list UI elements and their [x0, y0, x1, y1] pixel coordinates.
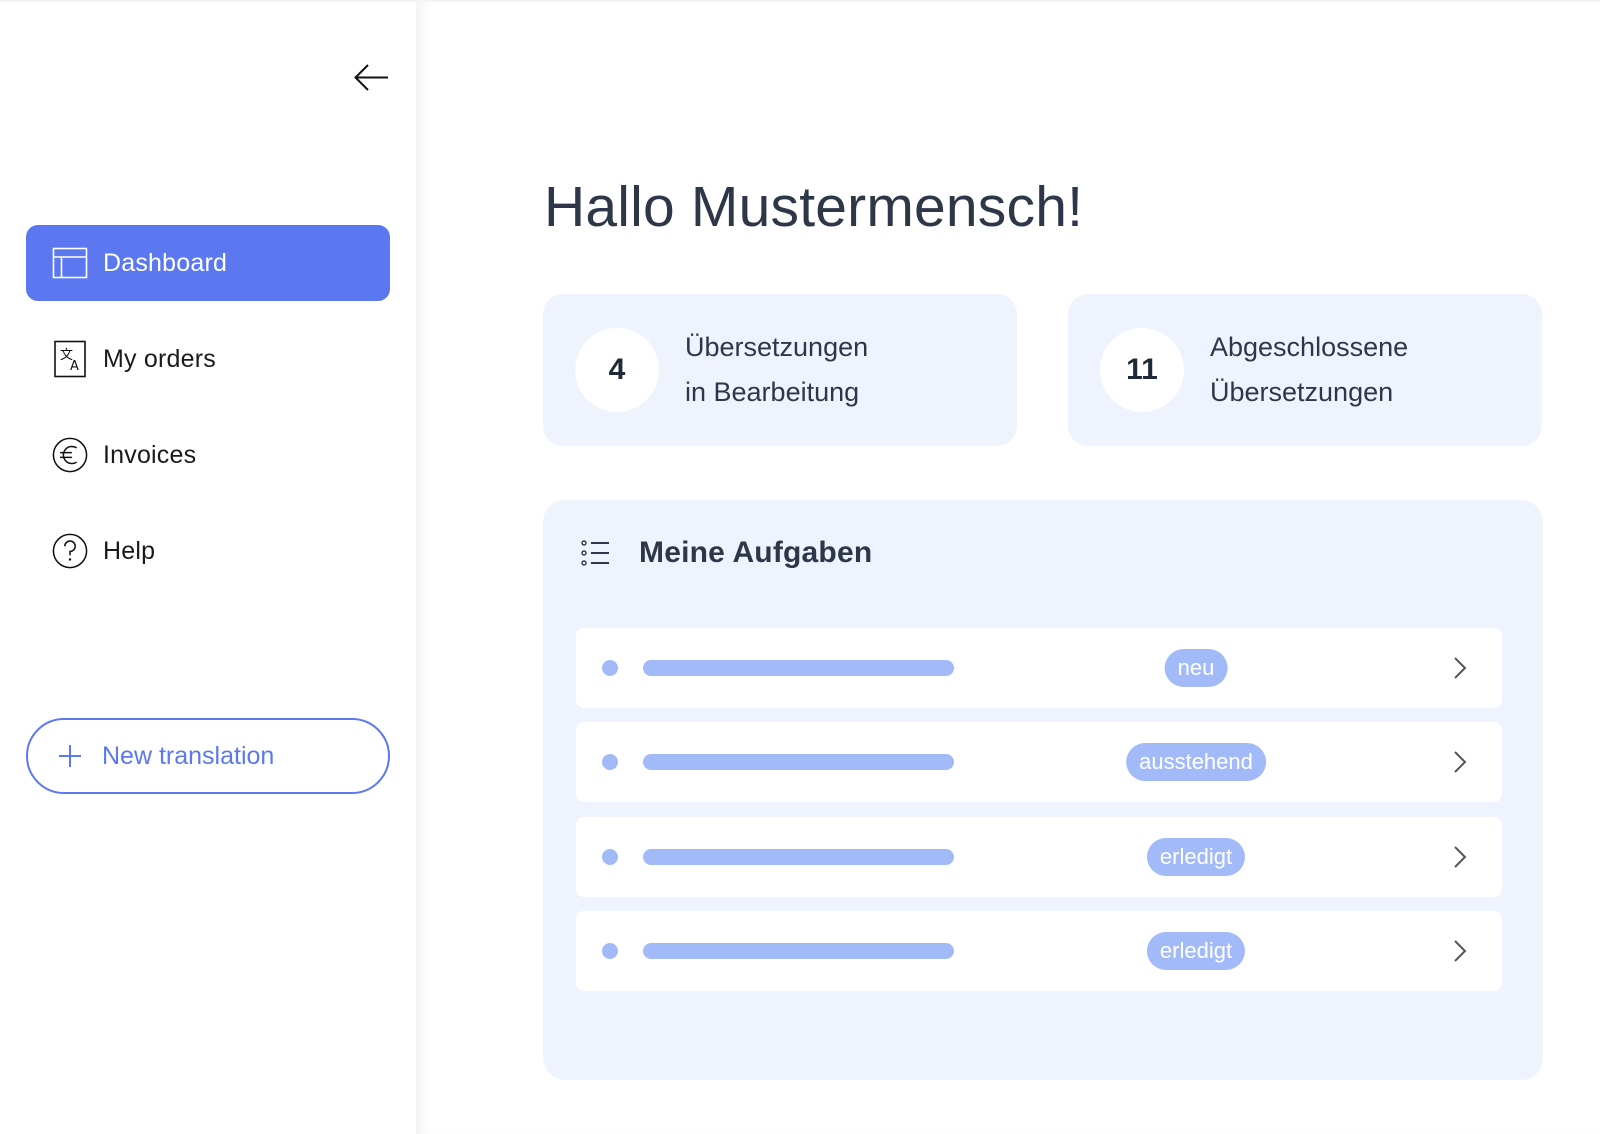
task-row[interactable]: ausstehend [576, 722, 1502, 802]
stat-value: 4 [575, 328, 659, 412]
sidebar-item-label: My orders [103, 344, 216, 373]
chevron-right-icon [1454, 751, 1467, 773]
tasks-header: Meine Aufgaben [581, 536, 872, 570]
tasks-title: Meine Aufgaben [639, 536, 873, 569]
stat-label: Übersetzungen in Bearbeitung [685, 325, 868, 415]
status-badge: erledigt [1146, 838, 1246, 876]
page-title: Hallo Mustermensch! [544, 175, 1084, 239]
sidebar-item-label: Dashboard [103, 248, 228, 277]
stat-label-line2: in Bearbeitung [685, 377, 860, 407]
task-row[interactable]: erledigt [576, 911, 1502, 991]
status-badge: ausstehend [1126, 743, 1266, 781]
stat-value: 11 [1100, 328, 1184, 412]
plus-icon [59, 745, 81, 767]
chevron-right-icon [1454, 940, 1467, 962]
status-badge: erledigt [1146, 932, 1246, 970]
sidebar-item-invoices[interactable]: Invoices [26, 417, 390, 493]
stat-label: Abgeschlossene Übersetzungen [1210, 325, 1408, 415]
task-placeholder-bar [643, 660, 954, 676]
task-placeholder-bar [643, 943, 954, 959]
sidebar-item-dashboard[interactable]: Dashboard [26, 225, 390, 301]
new-translation-label: New translation [102, 741, 275, 770]
task-dot [602, 754, 618, 770]
task-row[interactable]: neu [576, 628, 1502, 708]
task-placeholder-bar [643, 849, 954, 865]
stat-label-line1: Übersetzungen [685, 332, 869, 362]
stat-card-in-progress: 4 Übersetzungen in Bearbeitung [543, 294, 1017, 446]
layout-icon [52, 245, 88, 281]
sidebar-item-my-orders[interactable]: 文 A My orders [26, 321, 390, 397]
euro-icon [52, 437, 88, 473]
task-row[interactable]: erledigt [576, 817, 1502, 897]
chevron-right-icon [1454, 846, 1467, 868]
new-translation-button[interactable]: New translation [26, 718, 390, 794]
task-dot [602, 660, 618, 676]
stat-label-line2: Übersetzungen [1210, 377, 1394, 407]
chevron-right-icon [1454, 657, 1467, 679]
sidebar-item-help[interactable]: Help [26, 513, 390, 589]
collapse-sidebar-button[interactable] [352, 62, 392, 94]
sidebar-item-label: Help [103, 536, 156, 565]
stat-card-completed: 11 Abgeschlossene Übersetzungen [1068, 294, 1542, 446]
stat-label-line1: Abgeschlossene [1210, 332, 1409, 362]
help-icon [52, 533, 88, 569]
arrow-left-icon [354, 64, 388, 91]
svg-text:A: A [70, 359, 79, 374]
task-placeholder-bar [643, 754, 954, 770]
tasks-panel: Meine Aufgaben neu ausstehend erledigt e… [543, 500, 1543, 1080]
list-icon [581, 540, 609, 566]
sidebar: Dashboard 文 A My orders Invoices Help Ne… [0, 0, 416, 1134]
sidebar-item-label: Invoices [103, 440, 197, 469]
status-badge: neu [1164, 649, 1228, 687]
task-dot [602, 943, 618, 959]
main-content: Hallo Mustermensch! 4 Übersetzungen in B… [416, 0, 1600, 1134]
translate-icon: 文 A [52, 340, 88, 378]
task-dot [602, 849, 618, 865]
